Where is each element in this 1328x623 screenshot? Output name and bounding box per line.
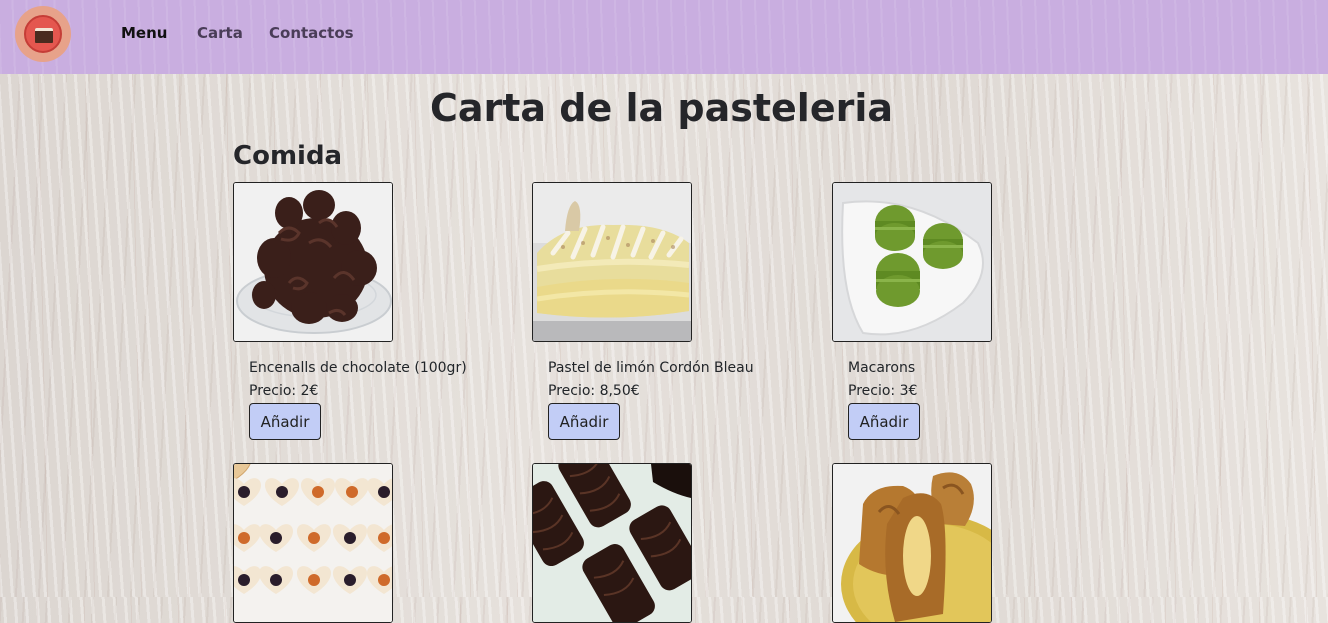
product-card: [233, 463, 493, 623]
top-navbar: Menu Carta Contactos: [0, 0, 1328, 74]
bakery-logo[interactable]: [15, 6, 71, 62]
product-card: Encenalls de chocolate (100gr) Precio: 2…: [233, 182, 493, 440]
product-card: [532, 463, 792, 623]
chocolate-curls-photo: [233, 182, 393, 342]
chocolate-bars-photo: [532, 463, 692, 623]
add-to-cart-button[interactable]: Añadir: [548, 403, 620, 440]
product-card: Macarons Precio: 3€ Añadir: [832, 182, 1092, 440]
logo-badge: [24, 15, 62, 53]
lemon-cake-photo: [532, 182, 692, 342]
add-to-cart-button[interactable]: Añadir: [249, 403, 321, 440]
product-name: Encenalls de chocolate (100gr): [249, 360, 467, 376]
nav-link-contactos[interactable]: Contactos: [269, 24, 354, 42]
cake-slice-icon: [35, 28, 53, 43]
green-macarons-photo: [832, 182, 992, 342]
product-card: [832, 463, 1092, 623]
nav-link-menu[interactable]: Menu: [121, 24, 167, 42]
product-price: Precio: 8,50€: [548, 383, 640, 399]
product-price: Precio: 3€: [848, 383, 918, 399]
product-price: Precio: 2€: [249, 383, 319, 399]
add-to-cart-button[interactable]: Añadir: [848, 403, 920, 440]
page-title: Carta de la pasteleria: [429, 86, 893, 130]
product-name: Macarons: [848, 360, 916, 376]
product-name: Pastel de limón Cordón Bleau: [548, 360, 754, 376]
muffin-loaves-photo: [832, 463, 992, 623]
heart-jam-cookies-photo: [233, 463, 393, 623]
nav-link-carta[interactable]: Carta: [197, 24, 243, 42]
section-title-comida: Comida: [233, 141, 343, 171]
product-card: Pastel de limón Cordón Bleau Precio: 8,5…: [532, 182, 792, 440]
